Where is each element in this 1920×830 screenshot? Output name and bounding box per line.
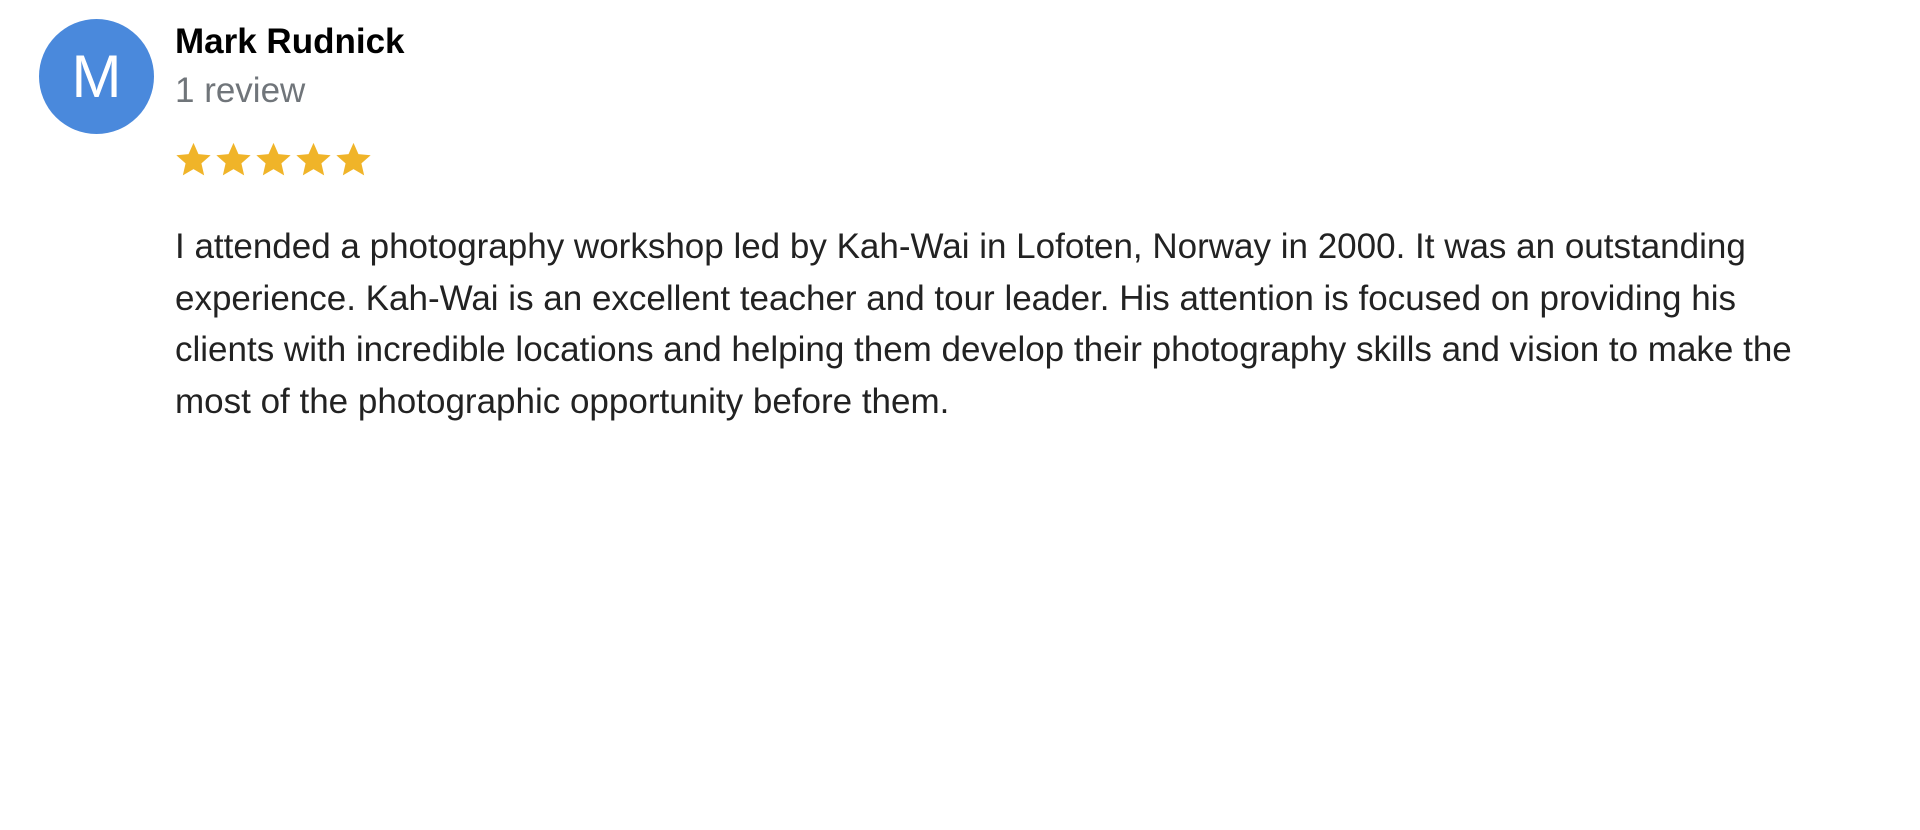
review-text-line: most of the photographic opportunity bef… <box>175 381 950 421</box>
star-icon <box>334 140 373 179</box>
avatar[interactable]: M <box>39 19 154 134</box>
star-icon <box>214 140 253 179</box>
avatar-letter: M <box>71 42 122 110</box>
review-text: I attended a photography workshop led by… <box>175 221 1895 427</box>
star-icon <box>174 140 213 179</box>
star-icon <box>254 140 293 179</box>
review-card: M Mark Rudnick 1 review I attended a pho… <box>0 0 1920 830</box>
review-text-line: experience. Kah-Wai is an excellent teac… <box>175 278 1736 318</box>
star-rating <box>174 140 373 179</box>
review-count[interactable]: 1 review <box>175 69 305 113</box>
star-icon <box>294 140 333 179</box>
review-text-line: clients with incredible locations and he… <box>175 330 1792 369</box>
reviewer-name[interactable]: Mark Rudnick <box>175 20 405 64</box>
review-text-line: I attended a photography workshop led by… <box>175 227 1746 266</box>
